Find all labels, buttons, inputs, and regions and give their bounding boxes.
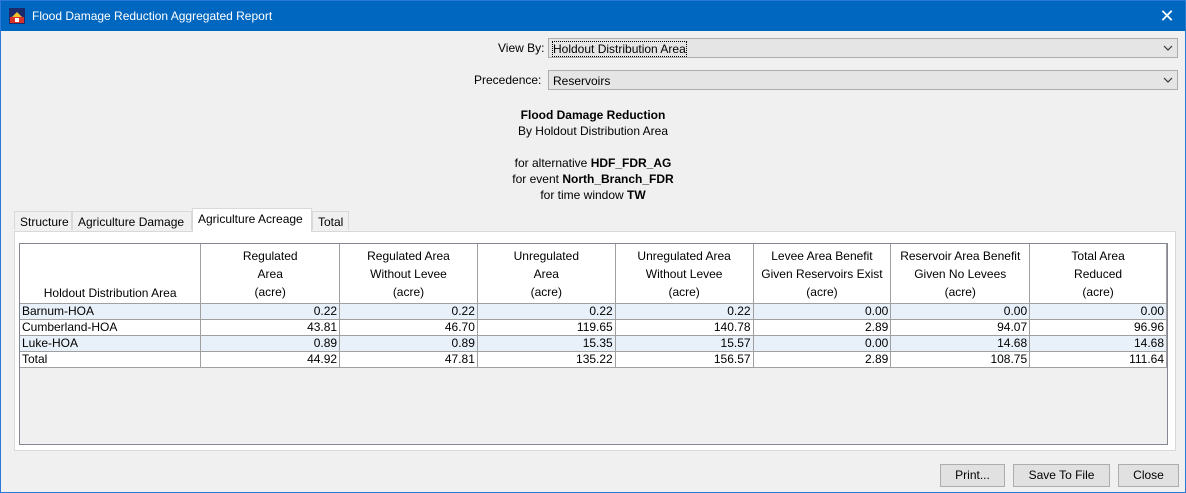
title-bar[interactable]: Flood Damage Reduction Aggregated Report…: [1, 1, 1185, 31]
table-cell: 0.00: [753, 335, 892, 352]
table-cell: 14.68: [1029, 335, 1167, 352]
report-title: Flood Damage Reduction: [520, 108, 666, 122]
event-value: North_Branch_FDR: [562, 172, 674, 186]
table-cell: 0.00: [1029, 303, 1167, 320]
table-cell: 0.22: [477, 303, 616, 320]
table-cell: 140.78: [615, 319, 754, 336]
results-table-container[interactable]: Holdout Distribution Area Regulated Area(…: [19, 243, 1168, 445]
column-header[interactable]: Regulated Area (acre): [200, 244, 341, 304]
column-header[interactable]: Unregulated Area (acre): [477, 244, 616, 304]
table-cell: 47.81: [339, 351, 478, 368]
save-to-file-button[interactable]: Save To File: [1013, 464, 1110, 487]
table-cell: 0.89: [200, 335, 341, 352]
column-header[interactable]: Levee Area Benefit Given Reservoirs Exist…: [753, 244, 892, 304]
table-cell: 0.22: [615, 303, 754, 320]
table-cell: 108.75: [890, 351, 1031, 368]
column-header[interactable]: Regulated Area Without Levee (acre): [339, 244, 478, 304]
table-row[interactable]: Luke-HOA 0.89 0.89 15.35 15.57 0.00 14.6…: [20, 335, 1167, 352]
chevron-down-icon: [1163, 45, 1173, 51]
table-cell: 0.22: [339, 303, 478, 320]
precedence-select[interactable]: Reservoirs: [548, 70, 1178, 90]
event-prefix: for event: [512, 172, 563, 186]
table-cell: 0.89: [339, 335, 478, 352]
table-cell: 0.00: [890, 303, 1031, 320]
table-cell: Cumberland-HOA: [20, 319, 202, 336]
table-cell: Total: [20, 351, 202, 368]
app-icon: [9, 8, 25, 24]
report-window: Flood Damage Reduction Aggregated Report…: [0, 0, 1186, 493]
report-alternative: for alternative HDF_FDR_AG: [1, 156, 1185, 170]
table-row[interactable]: Cumberland-HOA 43.81 46.70 119.65 140.78…: [20, 319, 1167, 336]
close-button[interactable]: Close: [1118, 464, 1179, 487]
table-cell: 44.92: [200, 351, 341, 368]
table-cell: 2.89: [753, 319, 892, 336]
table-cell: 15.57: [615, 335, 754, 352]
table-header-row: Holdout Distribution Area Regulated Area(…: [20, 244, 1167, 304]
close-icon[interactable]: ✕: [1157, 6, 1177, 26]
chevron-down-icon: [1163, 77, 1173, 83]
table-row[interactable]: Total 44.92 47.81 135.22 156.57 2.89 108…: [20, 351, 1167, 368]
table-cell: 156.57: [615, 351, 754, 368]
table-cell: 2.89: [753, 351, 892, 368]
table-cell: 0.00: [753, 303, 892, 320]
tab-agriculture-damage[interactable]: Agriculture Damage: [72, 211, 192, 230]
table-cell: 119.65: [477, 319, 616, 336]
tab-total[interactable]: Total: [312, 211, 349, 230]
table-cell: 135.22: [477, 351, 616, 368]
tw-value: TW: [627, 188, 646, 202]
column-header[interactable]: Reservoir Area Benefit Given No Levees (ac…: [890, 244, 1031, 304]
report-time-window: for time window TW: [1, 188, 1185, 202]
column-header[interactable]: Unregulated Area Without Levee (acre): [615, 244, 754, 304]
table-cell: 15.35: [477, 335, 616, 352]
table-row[interactable]: Barnum-HOA 0.22 0.22 0.22 0.22 0.00 0.00…: [20, 303, 1167, 320]
column-header[interactable]: Holdout Distribution Area: [20, 244, 202, 304]
view-by-label: View By:: [498, 41, 545, 55]
tab-structure[interactable]: Structure: [14, 211, 72, 230]
report-event: for event North_Branch_FDR: [1, 172, 1185, 186]
window-title: Flood Damage Reduction Aggregated Report: [32, 9, 273, 23]
table-cell: Barnum-HOA: [20, 303, 202, 320]
alt-value: HDF_FDR_AG: [590, 156, 672, 170]
alt-prefix: for alternative: [514, 156, 591, 170]
view-by-value: Holdout Distribution Area: [552, 41, 687, 57]
precedence-label: Precedence:: [474, 73, 542, 87]
table-cell: 46.70: [339, 319, 478, 336]
table-cell: 0.22: [200, 303, 341, 320]
view-by-select[interactable]: Holdout Distribution Area: [548, 38, 1178, 58]
table-cell: 43.81: [200, 319, 341, 336]
report-subtitle: By Holdout Distribution Area: [517, 124, 669, 138]
column-header[interactable]: Total Area Reduced (acre): [1029, 244, 1167, 304]
precedence-value: Reservoirs: [553, 74, 611, 88]
print-button[interactable]: Print...: [940, 464, 1005, 487]
results-table: Holdout Distribution Area Regulated Area(…: [20, 244, 1167, 368]
table-cell: 111.64: [1029, 351, 1167, 368]
table-cell: 94.07: [890, 319, 1031, 336]
table-cell: 96.96: [1029, 319, 1167, 336]
tab-agriculture-acreage[interactable]: Agriculture Acreage: [192, 208, 312, 232]
table-cell: 14.68: [890, 335, 1031, 352]
tw-prefix: for time window: [540, 188, 628, 202]
table-cell: Luke-HOA: [20, 335, 202, 352]
